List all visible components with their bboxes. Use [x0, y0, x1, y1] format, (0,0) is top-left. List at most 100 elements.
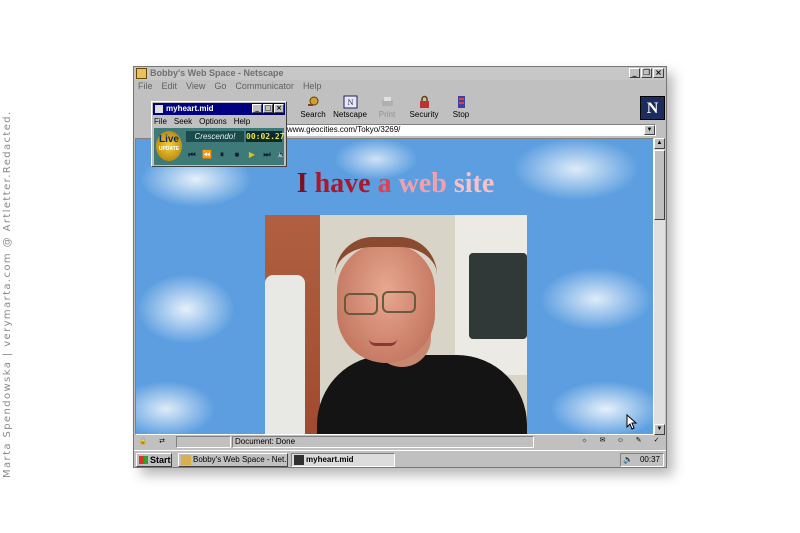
stop-button[interactable]: Stop	[443, 95, 479, 119]
menu-bar: File Edit View Go Communicator Help	[134, 80, 666, 92]
skip-forward-icon[interactable]: ⏭	[261, 149, 273, 160]
taskbar-item-player[interactable]: myheart.mid	[291, 453, 395, 467]
player-title: myheart.mid	[166, 104, 214, 113]
security-button[interactable]: Security	[406, 95, 442, 119]
headline-word: site	[453, 168, 495, 199]
photo-smile	[369, 339, 397, 346]
mouse-cursor-icon	[626, 414, 638, 430]
netscape-window-icon[interactable]	[136, 68, 147, 79]
headline-word: a	[377, 168, 399, 199]
security-status-icon[interactable]: 🔒	[136, 437, 150, 447]
photo-glasses-lens	[344, 293, 378, 315]
headline-word: have	[314, 168, 378, 199]
netscape-task-icon	[181, 455, 191, 465]
system-tray: 🔈 00:37	[620, 453, 664, 467]
location-field[interactable]: www.geocities.com/Tokyo/3269/	[284, 124, 656, 136]
signal-icon[interactable]: ✓	[649, 437, 664, 446]
photo-credit: Marta Spendowska | verymarta.com @ Artle…	[2, 110, 13, 478]
player-controls: ⏮ ⏪ ⏸ ⏹ ▶ ⏭ 🔈	[186, 149, 288, 160]
taskbar-item-label: Bobby's Web Space - Net...	[193, 455, 288, 464]
stop-label: Stop	[452, 110, 470, 119]
svg-text:N: N	[347, 98, 353, 107]
restore-button[interactable]: ❐	[641, 68, 652, 78]
player-maximize-button[interactable]: □	[263, 104, 273, 113]
navigator-icon[interactable]: ☼	[577, 437, 592, 446]
portrait-photo	[265, 215, 527, 434]
menu-file[interactable]: File	[138, 80, 153, 92]
stop-icon	[457, 96, 465, 108]
composer-icon[interactable]: ✎	[631, 437, 646, 446]
connection-icon: ⇄	[159, 438, 165, 445]
minimize-button[interactable]: _	[629, 68, 640, 78]
status-text: Document: Done	[232, 436, 534, 448]
discussion-icon[interactable]: ☺	[613, 437, 628, 446]
close-button[interactable]: ×	[653, 68, 664, 78]
page-headline: I have a web site	[136, 168, 653, 199]
player-menu-help[interactable]: Help	[234, 116, 250, 127]
player-task-icon	[294, 455, 304, 465]
start-button[interactable]: Start	[136, 453, 172, 467]
logo-subtext: UPDATE	[158, 146, 180, 152]
player-close-button[interactable]: ×	[274, 104, 284, 113]
volume-icon[interactable]: 🔈	[276, 149, 288, 160]
crescendo-player-window: myheart.mid _ □ × File Seek Options Help…	[151, 101, 287, 167]
netscape-window: Bobby's Web Space - Netscape _ ❐ × File …	[133, 66, 667, 468]
play-icon[interactable]: ▶	[246, 149, 258, 160]
menu-go[interactable]: Go	[214, 80, 226, 92]
logo-text: Live	[158, 134, 179, 145]
search-icon	[307, 96, 318, 106]
player-window-icon	[155, 105, 163, 113]
skip-back-icon[interactable]: ⏮	[186, 149, 198, 160]
mail-icon[interactable]: ✉	[595, 437, 610, 446]
print-icon	[381, 97, 393, 106]
player-time: 00:02.27	[246, 131, 285, 142]
menu-edit[interactable]: Edit	[162, 80, 178, 92]
photo-van-window	[469, 253, 527, 339]
photo-glasses-lens	[382, 291, 416, 313]
player-menu-options[interactable]: Options	[199, 116, 227, 127]
progress-bar	[176, 436, 231, 448]
rewind-icon[interactable]: ⏪	[201, 149, 213, 160]
netscape-label: Netscape	[333, 110, 367, 119]
player-minimize-button[interactable]: _	[252, 104, 262, 113]
page-content: I have a web site	[135, 138, 654, 435]
vertical-scrollbar[interactable]: ▲ ▼	[654, 138, 665, 435]
player-track-name: Crescendo!	[186, 131, 244, 142]
component-bar: ☼ ✉ ☺ ✎ ✓	[538, 437, 664, 447]
search-label: Search	[300, 110, 326, 119]
netscape-logo[interactable]: N	[640, 96, 665, 120]
print-label: Print	[378, 110, 396, 119]
search-button[interactable]: Search	[295, 95, 331, 119]
print-button[interactable]: Print	[369, 95, 405, 119]
scroll-up-icon[interactable]: ▲	[654, 138, 665, 149]
netscape-button[interactable]: N Netscape	[332, 95, 368, 119]
headline-word: web	[398, 168, 454, 199]
menu-view[interactable]: View	[186, 80, 205, 92]
status-bar: 🔒 ⇄ Document: Done ☼ ✉ ☺ ✎ ✓	[134, 436, 666, 448]
headline-word: I	[296, 168, 315, 199]
player-menu-seek[interactable]: Seek	[174, 116, 192, 127]
player-titlebar[interactable]: myheart.mid _ □ ×	[153, 103, 285, 115]
menu-help[interactable]: Help	[303, 80, 322, 92]
scroll-down-icon[interactable]: ▼	[654, 424, 665, 435]
pause-icon[interactable]: ⏸	[216, 149, 228, 160]
start-label: Start	[150, 455, 171, 465]
player-menu-file[interactable]: File	[154, 116, 167, 127]
window-title: Bobby's Web Space - Netscape	[150, 68, 284, 78]
speaker-icon[interactable]: 🔈	[623, 455, 633, 465]
live-update-logo[interactable]: Live UPDATE	[156, 131, 182, 161]
scroll-thumb[interactable]	[654, 150, 665, 220]
windows-logo-icon	[139, 456, 148, 464]
security-label: Security	[409, 110, 439, 119]
windows-taskbar: Start Bobby's Web Space - Net... myheart…	[134, 450, 666, 467]
window-titlebar[interactable]: Bobby's Web Space - Netscape _ ❐ ×	[134, 67, 666, 80]
menu-communicator[interactable]: Communicator	[235, 80, 294, 92]
player-body: Live UPDATE Crescendo! 00:02.27 ⏮ ⏪ ⏸ ⏹ …	[154, 128, 287, 165]
photo-black-shirt	[317, 355, 527, 434]
netscape-icon: N	[343, 95, 357, 109]
stop-icon[interactable]: ⏹	[231, 149, 243, 160]
taskbar-item-label: myheart.mid	[306, 455, 354, 464]
clock[interactable]: 00:37	[640, 454, 660, 466]
taskbar-item-netscape[interactable]: Bobby's Web Space - Net...	[178, 453, 288, 467]
location-dropdown-icon[interactable]: ▼	[644, 125, 655, 135]
